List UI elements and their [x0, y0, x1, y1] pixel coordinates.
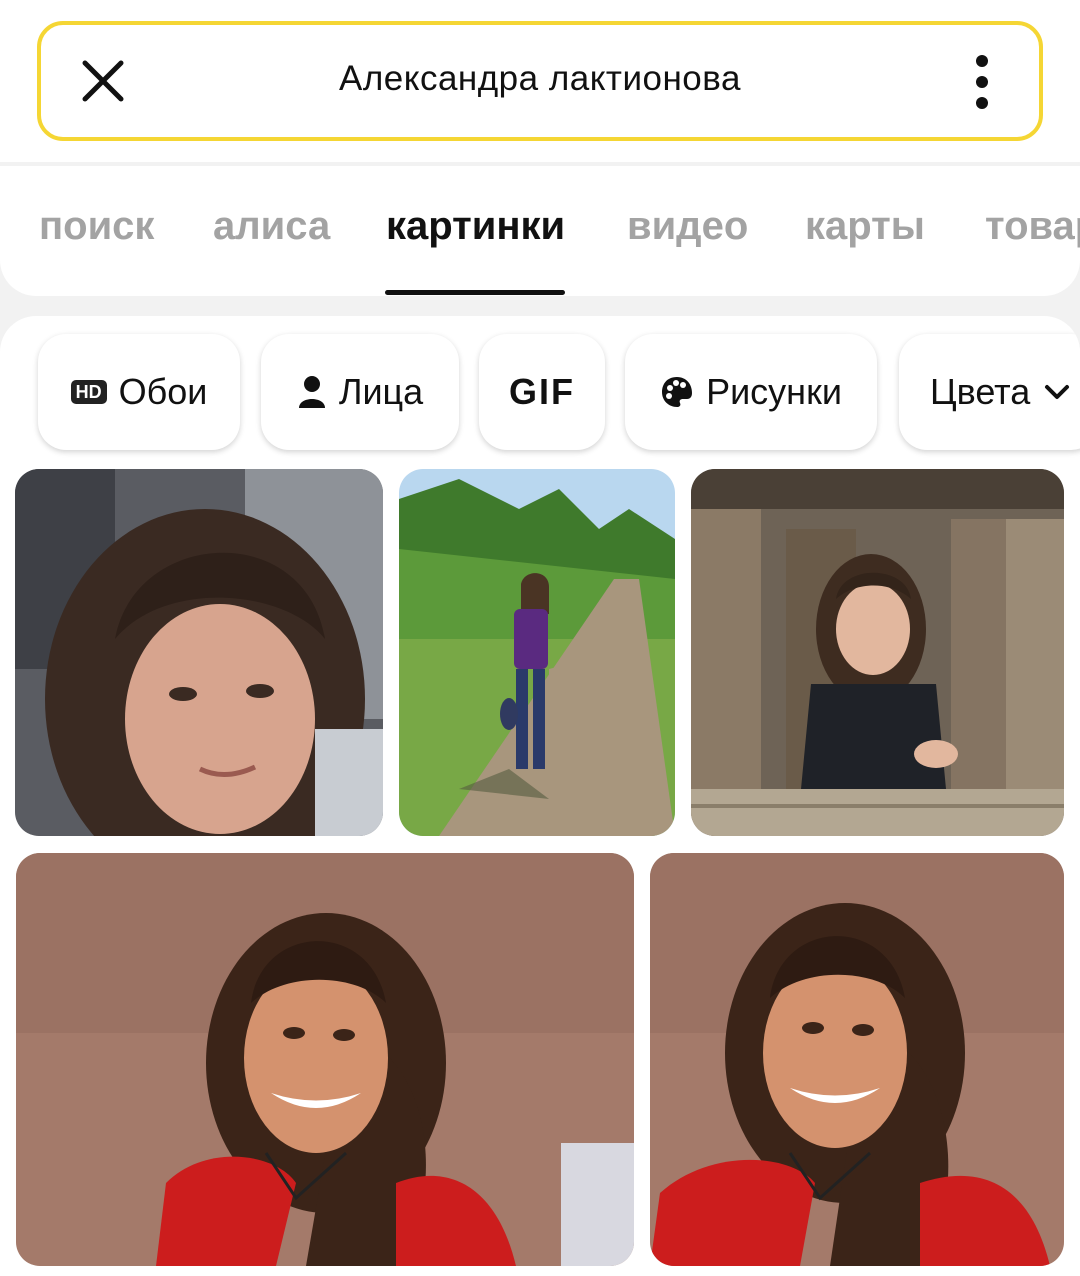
tab-maps[interactable]: карты	[805, 204, 925, 249]
more-vertical-icon[interactable]	[967, 53, 997, 111]
filter-label: GIF	[509, 371, 575, 412]
filter-wallpapers[interactable]: HD Обои	[38, 334, 240, 450]
filter-gif[interactable]: GIF	[479, 334, 605, 450]
tab-products[interactable]: товары	[985, 204, 1080, 249]
filter-label: Лица	[338, 371, 424, 412]
palette-icon	[660, 375, 694, 409]
chevron-down-icon	[1044, 383, 1070, 401]
person-icon	[297, 374, 327, 410]
tab-video[interactable]: видео	[627, 204, 748, 249]
filter-label: Цвета	[930, 371, 1031, 412]
hd-icon: HD	[70, 380, 107, 404]
search-box[interactable]: Александра лактионова	[37, 21, 1043, 141]
tab-search[interactable]: поиск	[39, 204, 154, 249]
image-thumbnail[interactable]	[691, 469, 1064, 836]
service-tabs: поиск алиса картинки видео карты товары	[0, 166, 1080, 296]
image-thumbnail[interactable]	[399, 469, 675, 836]
filter-label: Обои	[118, 371, 208, 412]
results-panel: HD Обои Лица GIF Рисунки Цвета	[0, 316, 1080, 1276]
active-tab-indicator	[385, 290, 565, 295]
search-input[interactable]: Александра лактионова	[41, 59, 1039, 99]
filter-faces[interactable]: Лица	[261, 334, 459, 450]
filter-colors[interactable]: Цвета	[899, 334, 1080, 450]
tab-images[interactable]: картинки	[386, 204, 565, 249]
image-thumbnail[interactable]	[650, 853, 1064, 1266]
image-thumbnail[interactable]	[15, 469, 383, 836]
tab-alice[interactable]: алиса	[213, 204, 330, 249]
filter-label: Рисунки	[706, 371, 842, 412]
top-bar: Александра лактионова	[0, 0, 1080, 162]
filter-drawings[interactable]: Рисунки	[625, 334, 877, 450]
image-thumbnail[interactable]	[16, 853, 634, 1266]
